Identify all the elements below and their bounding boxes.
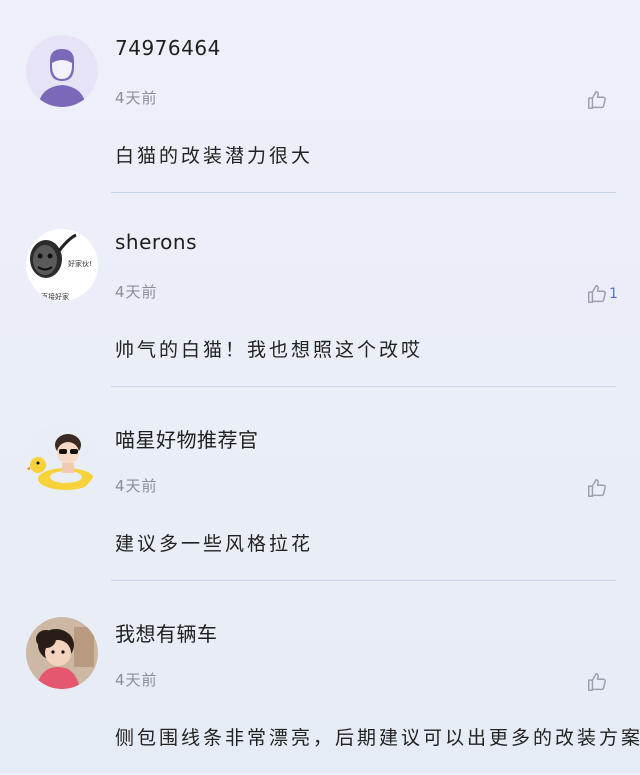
divider	[111, 580, 616, 581]
like-button[interactable]	[586, 476, 609, 500]
avatar[interactable]	[26, 617, 98, 689]
like-button[interactable]: 1	[586, 282, 618, 306]
meme-caption-top: 好家伙!	[68, 259, 92, 268]
comment-text: 侧包围线条非常漂亮，后期建议可以出更多的改装方案	[115, 727, 640, 749]
meme-caption-bottom: 妈直接好家	[34, 292, 69, 301]
avatar[interactable]: 好家伙! 妈直接好家	[26, 229, 98, 301]
avatar[interactable]	[26, 423, 98, 495]
like-button[interactable]	[586, 670, 609, 694]
comment-username[interactable]: 喵星好物推荐官	[115, 424, 259, 453]
comment-time: 4天前	[115, 477, 158, 495]
avatar[interactable]	[26, 35, 98, 107]
meme-face-icon: 好家伙! 妈直接好家	[26, 229, 98, 301]
comment-time: 4天前	[115, 283, 158, 301]
default-user-silhouette-icon	[26, 35, 98, 107]
divider	[111, 386, 616, 387]
thumbs-up-icon	[588, 285, 606, 303]
comment-time: 4天前	[115, 89, 158, 107]
comment-time: 4天前	[115, 671, 158, 689]
comment-username[interactable]: sherons	[115, 230, 197, 254]
thumbs-up-icon	[588, 673, 606, 691]
child-with-duck-float-icon	[26, 423, 98, 495]
comment-username[interactable]: 74976464	[115, 36, 221, 60]
comment-text: 建议多一些风格拉花	[115, 533, 314, 555]
thumbs-up-icon	[588, 479, 606, 497]
comment-item: 74976464 4天前 白猫的改装潜力很大	[0, 0, 640, 193]
like-button[interactable]	[586, 88, 609, 112]
comment-item: 喵星好物推荐官 4天前 建议多一些风格拉花	[0, 388, 640, 581]
comment-username[interactable]: 我想有辆车	[115, 618, 218, 647]
comment-text: 帅气的白猫！我也想照这个改哎	[115, 339, 424, 361]
like-count: 1	[609, 286, 618, 302]
divider	[111, 192, 616, 193]
comment-item: 好家伙! 妈直接好家 sherons 4天前 1 帅气的白猫！我也想照这个改哎	[0, 194, 640, 387]
little-girl-photo-icon	[26, 617, 98, 689]
thumbs-up-icon	[588, 91, 606, 109]
comment-text: 白猫的改装潜力很大	[115, 145, 314, 167]
comment-item: 我想有辆车 4天前 侧包围线条非常漂亮，后期建议可以出更多的改装方案	[0, 582, 640, 775]
